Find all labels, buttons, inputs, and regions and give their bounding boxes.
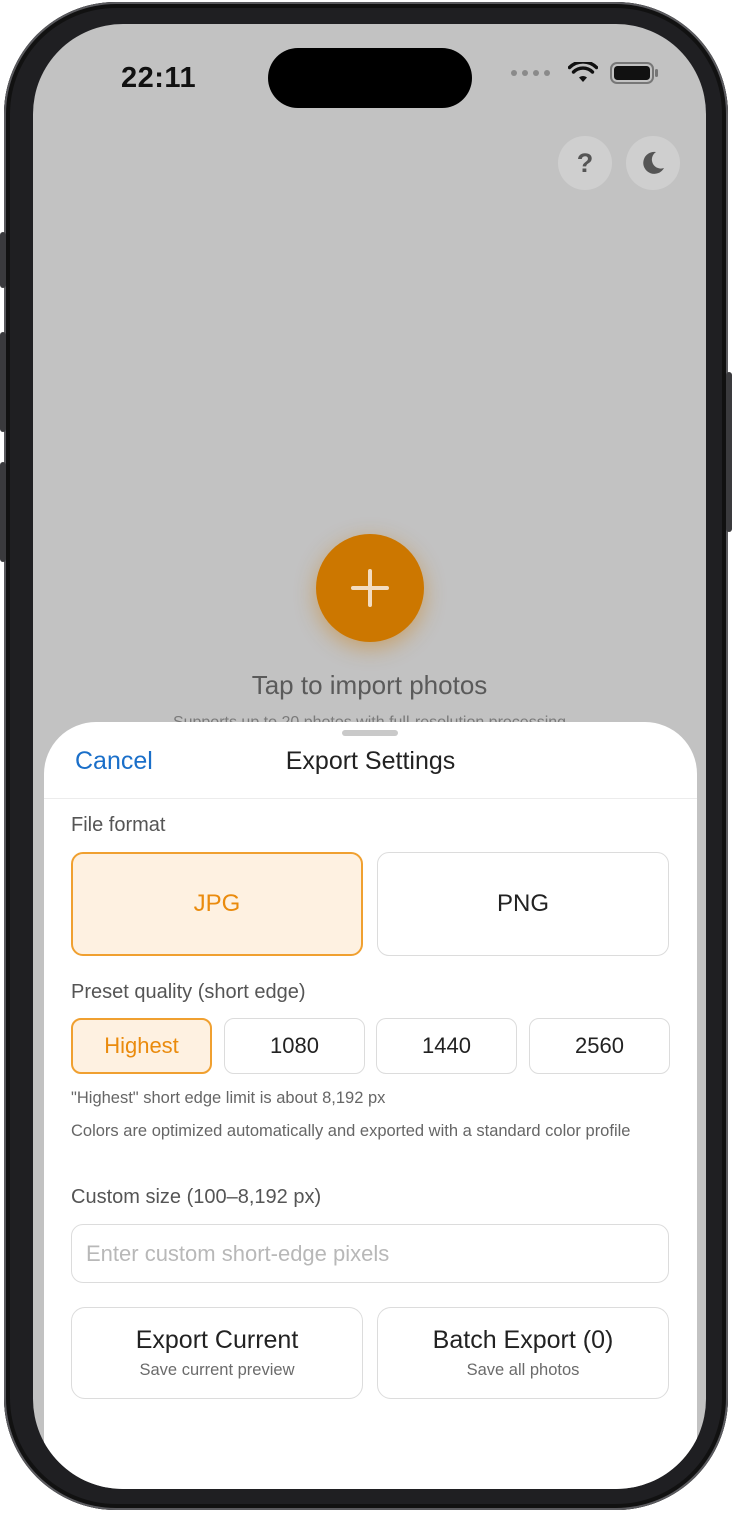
batch-export-subtitle: Save all photos	[466, 1361, 580, 1379]
moon-icon	[643, 151, 664, 174]
import-title: Tap to import photos	[251, 670, 488, 700]
quality-option-1080[interactable]: 1080	[224, 1018, 365, 1074]
wifi-icon	[568, 62, 598, 82]
quality-option-1440[interactable]: 1440	[376, 1018, 517, 1074]
sheet-header: Cancel Export Settings	[44, 722, 697, 799]
custom-size-label: Custom size (100–8,192 px)	[71, 1186, 322, 1208]
dynamic-island	[268, 48, 472, 108]
custom-size-input[interactable]	[71, 1224, 669, 1283]
question-icon: ?	[576, 147, 594, 178]
screen: 22:11 ? Tap to import photos Cancel Expo…	[33, 24, 706, 1489]
preset-quality-label: Preset quality (short edge)	[71, 981, 306, 1003]
format-option-jpg[interactable]: JPG	[71, 852, 363, 956]
quality-option-2560[interactable]: 2560	[529, 1018, 670, 1074]
help-button[interactable]: ?	[558, 136, 612, 190]
plus-icon	[351, 569, 389, 607]
power-button	[726, 372, 732, 532]
sheet-title: Export Settings	[285, 747, 456, 775]
highest-limit-note: "Highest" short edge limit is about 8,19…	[71, 1089, 386, 1107]
import-photos-button[interactable]	[316, 534, 424, 642]
export-current-subtitle: Save current preview	[139, 1361, 295, 1379]
phone-frame: 22:11 ? Tap to import photos Cancel Expo…	[0, 2, 732, 1510]
color-profile-note: Colors are optimized automatically and e…	[71, 1122, 631, 1140]
cellular-icon	[511, 70, 550, 76]
volume-up-button	[0, 332, 6, 432]
status-icons	[511, 62, 660, 84]
export-current-title: Export Current	[135, 1326, 299, 1354]
status-time: 22:11	[121, 62, 197, 94]
action-button	[0, 232, 6, 288]
theme-toggle-button[interactable]	[626, 136, 680, 190]
batch-export-title: Batch Export (0)	[432, 1326, 614, 1354]
export-current-button[interactable]: Export Current Save current preview	[71, 1307, 363, 1399]
quality-option-highest[interactable]: Highest	[71, 1018, 212, 1074]
export-settings-sheet: Cancel Export Settings File format JPG P…	[44, 722, 697, 1489]
volume-down-button	[0, 462, 6, 562]
format-option-png[interactable]: PNG	[377, 852, 669, 956]
battery-icon	[610, 62, 658, 84]
file-format-label: File format	[71, 814, 166, 836]
batch-export-button[interactable]: Batch Export (0) Save all photos	[377, 1307, 669, 1399]
